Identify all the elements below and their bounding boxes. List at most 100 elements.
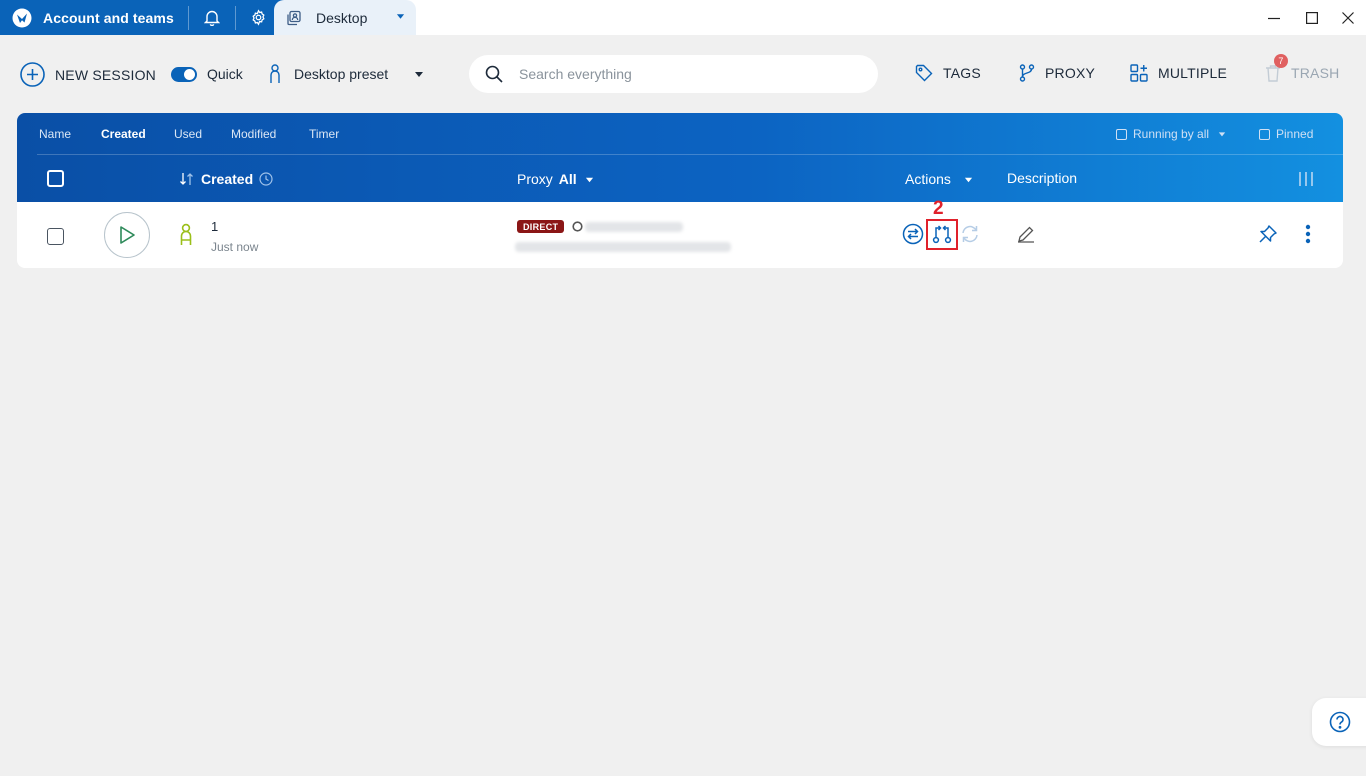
pinned-filter-label: Pinned	[1276, 127, 1314, 141]
search-input[interactable]	[519, 66, 839, 82]
tags-label: TAGS	[943, 65, 981, 81]
table-header: Name Created Used Modified Timer Running…	[17, 113, 1343, 202]
caret-down-icon	[1218, 132, 1226, 137]
trash-button[interactable]: 7 TRASH	[1265, 54, 1340, 82]
caret-down-icon	[585, 177, 593, 182]
header-divider	[37, 154, 1343, 155]
tab-desktop[interactable]: Desktop	[274, 0, 416, 35]
multiple-label: MULTIPLE	[1158, 65, 1228, 81]
pin-icon	[1259, 225, 1277, 243]
tag-icon	[915, 64, 933, 82]
search-icon	[485, 65, 503, 83]
title-bar-left: Account and teams	[0, 0, 310, 35]
more-options-button[interactable]	[1296, 222, 1320, 246]
gear-icon	[252, 9, 265, 26]
status-ring-icon	[572, 221, 583, 232]
step-number-annotation: 2	[933, 198, 944, 219]
toolbar: NEW SESSION Quick Desktop preset TAGS PR…	[0, 35, 1366, 113]
pin-button[interactable]	[1256, 222, 1280, 246]
refresh-button[interactable]	[958, 222, 982, 246]
tags-button[interactable]: TAGS	[915, 64, 981, 82]
chevron-down-icon[interactable]	[396, 12, 405, 21]
column-actions-label: Actions	[905, 171, 951, 187]
swap-arrows-icon	[902, 223, 924, 245]
column-description-label: Description	[1007, 170, 1078, 186]
refresh-icon	[962, 225, 978, 243]
multiple-button[interactable]: MULTIPLE	[1130, 64, 1227, 82]
new-session-button[interactable]: NEW SESSION	[20, 62, 156, 87]
tab-desktop-label: Desktop	[316, 9, 368, 26]
sort-tab-name[interactable]: Name	[39, 127, 71, 141]
proxy-button[interactable]: PROXY	[1019, 64, 1095, 82]
maximize-icon	[1306, 11, 1318, 24]
redacted-location	[515, 242, 731, 252]
account-and-teams-label: Account and teams	[43, 9, 174, 26]
session-created-time: Just now	[211, 240, 259, 254]
more-vertical-icon	[1305, 224, 1311, 244]
edit-description-button[interactable]	[1014, 222, 1038, 246]
proxy-filter-value[interactable]: All	[559, 171, 577, 187]
start-session-button[interactable]	[104, 212, 150, 258]
sort-tab-timer[interactable]: Timer	[309, 127, 339, 141]
new-session-label: NEW SESSION	[55, 66, 156, 83]
column-created[interactable]: Created	[179, 171, 273, 187]
highlight-annotation-box	[926, 219, 958, 250]
session-name[interactable]: 1	[211, 219, 218, 234]
minimize-button[interactable]	[1256, 0, 1292, 35]
notifications-button[interactable]	[189, 0, 235, 35]
bell-icon	[203, 10, 220, 26]
session-person-icon	[180, 223, 192, 245]
switch-proxy-button[interactable]	[901, 222, 925, 246]
row-checkbox[interactable]	[47, 228, 64, 245]
sort-tab-created[interactable]: Created	[101, 127, 146, 141]
account-and-teams-button[interactable]: Account and teams	[0, 0, 188, 35]
running-filter-checkbox[interactable]	[1116, 128, 1127, 140]
column-proxy[interactable]: Proxy All	[517, 171, 594, 187]
preset-label: Desktop preset	[294, 66, 389, 82]
close-window-button[interactable]	[1330, 0, 1366, 35]
pinned-filter[interactable]: Pinned	[1259, 127, 1313, 141]
columns-settings-icon[interactable]	[1298, 171, 1314, 187]
table-row[interactable]: 1 Just now DIRECT 2	[17, 198, 1343, 268]
pencil-icon	[1018, 226, 1034, 243]
trash-label: TRASH	[1291, 65, 1340, 81]
close-icon	[1342, 11, 1354, 24]
help-question-icon	[1329, 711, 1351, 733]
running-filter-label: Running by all	[1133, 127, 1210, 141]
search-bar[interactable]	[469, 55, 878, 93]
maximize-button[interactable]	[1294, 0, 1330, 35]
person-icon	[270, 64, 280, 83]
sort-arrows-icon	[180, 173, 193, 185]
proxy-label: PROXY	[1045, 65, 1096, 81]
pinned-filter-checkbox[interactable]	[1259, 128, 1270, 140]
column-actions[interactable]: Actions	[905, 171, 973, 187]
redacted-ip	[585, 222, 683, 232]
quick-toggle[interactable]: Quick	[171, 66, 243, 82]
sort-tab-modified[interactable]: Modified	[231, 127, 276, 141]
sort-tab-used[interactable]: Used	[174, 127, 202, 141]
proxy-branch-icon	[1019, 64, 1035, 82]
desktop-profile-icon	[287, 10, 301, 25]
help-button[interactable]	[1312, 698, 1366, 746]
play-icon	[120, 226, 135, 244]
caret-down-icon	[964, 177, 973, 182]
quick-label: Quick	[207, 66, 243, 82]
column-description[interactable]: Description	[1007, 170, 1077, 186]
app-logo-icon	[12, 8, 32, 27]
column-created-label: Created	[201, 171, 254, 187]
running-filter[interactable]: Running by all	[1116, 127, 1226, 141]
clock-icon	[259, 172, 273, 186]
sessions-table: Name Created Used Modified Timer Running…	[17, 113, 1343, 268]
select-all-checkbox[interactable]	[47, 170, 64, 187]
title-bar: Account and teams Desktop	[0, 0, 1366, 35]
proxy-type-badge: DIRECT	[517, 220, 565, 233]
trash-count-badge: 7	[1274, 54, 1288, 68]
multiple-grid-icon	[1130, 64, 1148, 82]
trash-icon-wrap: 7	[1265, 54, 1288, 82]
minimize-icon	[1268, 17, 1280, 19]
column-proxy-label: Proxy	[517, 171, 553, 187]
caret-down-icon	[415, 72, 424, 77]
quick-toggle-switch[interactable]	[171, 66, 197, 82]
plus-circle-icon	[20, 62, 45, 87]
preset-dropdown[interactable]: Desktop preset	[268, 64, 424, 84]
